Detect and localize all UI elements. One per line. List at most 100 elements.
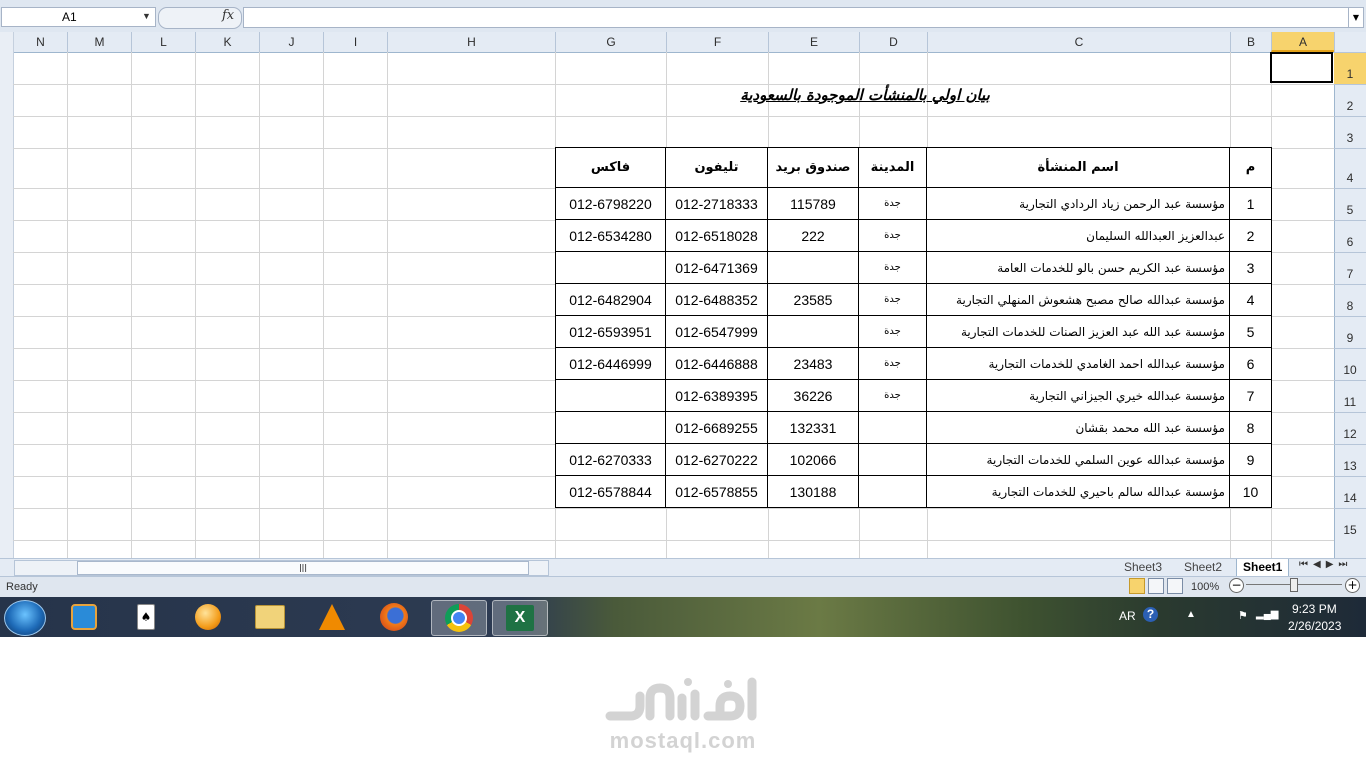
- cell-index[interactable]: 2: [1229, 219, 1272, 252]
- start-button-icon[interactable]: [4, 600, 46, 636]
- cell-name[interactable]: مؤسسة عبدالله خيري الجيزاني التجارية: [926, 379, 1230, 412]
- cell-index[interactable]: 6: [1229, 347, 1272, 380]
- column-header-i[interactable]: I: [323, 32, 387, 52]
- zoom-slider-thumb[interactable]: [1290, 578, 1298, 592]
- cell-city[interactable]: جدة: [858, 187, 927, 220]
- sheet-nav-arrows-icon[interactable]: ⏮◀▶⏭: [1299, 559, 1352, 570]
- column-header-l[interactable]: L: [131, 32, 195, 52]
- normal-view-icon[interactable]: [1129, 578, 1145, 594]
- clock-time[interactable]: 9:23 PM: [1292, 602, 1337, 616]
- cell-name[interactable]: مؤسسة عبدالله صالح مصبح هشعوش المنهلي ال…: [926, 283, 1230, 316]
- row-header-12[interactable]: 12: [1334, 412, 1366, 444]
- firefox-icon[interactable]: [367, 600, 421, 634]
- row-header-14[interactable]: 14: [1334, 476, 1366, 508]
- cell-phone[interactable]: 012-6446888: [665, 347, 768, 380]
- cell-phone[interactable]: 012-6578855: [665, 475, 768, 508]
- cell-fax[interactable]: [555, 251, 666, 284]
- row-header-13[interactable]: 13: [1334, 444, 1366, 476]
- row-header-8[interactable]: 8: [1334, 284, 1366, 316]
- cell-city[interactable]: جدة: [858, 379, 927, 412]
- column-header-k[interactable]: K: [195, 32, 259, 52]
- cell-fax[interactable]: 012-6482904: [555, 283, 666, 316]
- scrollbar-thumb[interactable]: |||: [77, 561, 529, 575]
- page-break-view-icon[interactable]: [1167, 578, 1183, 594]
- cell-index[interactable]: 4: [1229, 283, 1272, 316]
- cell-name[interactable]: مؤسسة عبد الكريم حسن بالو للخدمات العامة: [926, 251, 1230, 284]
- network-icon[interactable]: ▂▄▆: [1256, 609, 1278, 620]
- column-header-d[interactable]: D: [859, 32, 927, 52]
- column-header-j[interactable]: J: [259, 32, 323, 52]
- sheet-tab-sheet2[interactable]: Sheet2: [1178, 559, 1228, 576]
- cell-fax[interactable]: 012-6446999: [555, 347, 666, 380]
- action-center-flag-icon[interactable]: ⚑: [1238, 609, 1248, 622]
- vlc-icon[interactable]: [305, 600, 359, 634]
- zoom-in-icon[interactable]: +: [1345, 578, 1360, 593]
- cell-po-box[interactable]: 36226: [767, 379, 859, 412]
- column-header-e[interactable]: E: [768, 32, 859, 52]
- row-header-6[interactable]: 6: [1334, 220, 1366, 252]
- cell-phone[interactable]: 012-6518028: [665, 219, 768, 252]
- cell-fax[interactable]: [555, 379, 666, 412]
- cell-name[interactable]: مؤسسة عبدالله احمد الغامدي للخدمات التجا…: [926, 347, 1230, 380]
- header-city[interactable]: المدينة: [858, 147, 927, 188]
- cell-index[interactable]: 7: [1229, 379, 1272, 412]
- row-header-1[interactable]: 1: [1334, 52, 1366, 84]
- cell-po-box[interactable]: 102066: [767, 443, 859, 476]
- cell-city[interactable]: جدة: [858, 283, 927, 316]
- header-po-box[interactable]: صندوق بريد: [767, 147, 859, 188]
- cell-phone[interactable]: 012-2718333: [665, 187, 768, 220]
- cell-city[interactable]: جدة: [858, 347, 927, 380]
- cell-name[interactable]: مؤسسة عبد الله محمد بقشان: [926, 411, 1230, 444]
- language-indicator[interactable]: AR: [1119, 609, 1136, 623]
- cell-phone[interactable]: 012-6389395: [665, 379, 768, 412]
- page-layout-view-icon[interactable]: [1148, 578, 1164, 594]
- cell-index[interactable]: 8: [1229, 411, 1272, 444]
- cell-index[interactable]: 3: [1229, 251, 1272, 284]
- cell-city[interactable]: [858, 475, 927, 508]
- cell-index[interactable]: 10: [1229, 475, 1272, 508]
- chevron-down-icon[interactable]: ▼: [142, 11, 151, 21]
- windows-media-center-icon[interactable]: [57, 600, 111, 634]
- row-header-11[interactable]: 11: [1334, 380, 1366, 412]
- select-all-corner[interactable]: [1334, 32, 1366, 52]
- column-header-a[interactable]: A: [1271, 32, 1334, 52]
- cell-fax[interactable]: 012-6578844: [555, 475, 666, 508]
- tray-expand-icon[interactable]: ▲: [1186, 609, 1196, 620]
- cell-po-box[interactable]: [767, 251, 859, 284]
- cell-po-box[interactable]: 23483: [767, 347, 859, 380]
- zoom-out-icon[interactable]: −: [1229, 578, 1244, 593]
- insert-function-icon[interactable]: fx: [222, 8, 234, 23]
- cell-po-box[interactable]: 222: [767, 219, 859, 252]
- cell-fax[interactable]: 012-6534280: [555, 219, 666, 252]
- cell-name[interactable]: مؤسسة عبدالله سالم باحيري للخدمات التجار…: [926, 475, 1230, 508]
- row-header-2[interactable]: 2: [1334, 84, 1366, 116]
- cell-phone[interactable]: 012-6689255: [665, 411, 768, 444]
- cell-fax[interactable]: [555, 411, 666, 444]
- cell-index[interactable]: 9: [1229, 443, 1272, 476]
- cell-fax[interactable]: 012-6798220: [555, 187, 666, 220]
- column-header-g[interactable]: G: [555, 32, 666, 52]
- excel-icon[interactable]: X: [492, 600, 548, 636]
- cell-fax[interactable]: 012-6270333: [555, 443, 666, 476]
- cell-phone[interactable]: 012-6488352: [665, 283, 768, 316]
- cell-phone[interactable]: 012-6270222: [665, 443, 768, 476]
- chrome-icon[interactable]: [431, 600, 487, 636]
- solitaire-icon[interactable]: ♠: [119, 600, 173, 634]
- header-phone[interactable]: تليفون: [665, 147, 768, 188]
- cell-city[interactable]: جدة: [858, 315, 927, 348]
- column-header-b[interactable]: B: [1230, 32, 1271, 52]
- cell-city[interactable]: [858, 443, 927, 476]
- column-header-f[interactable]: F: [666, 32, 768, 52]
- header-name[interactable]: اسم المنشأة: [926, 147, 1230, 188]
- help-icon[interactable]: ?: [1143, 607, 1158, 622]
- zoom-level[interactable]: 100%: [1191, 581, 1219, 593]
- row-header-10[interactable]: 10: [1334, 348, 1366, 380]
- name-box[interactable]: A1 ▼: [1, 7, 156, 27]
- column-header-n[interactable]: N: [13, 32, 67, 52]
- cell-city[interactable]: جدة: [858, 219, 927, 252]
- cell-city[interactable]: [858, 411, 927, 444]
- row-header-9[interactable]: 9: [1334, 316, 1366, 348]
- cell-name[interactable]: مؤسسة عبد الرحمن زياد الردادي التجارية: [926, 187, 1230, 220]
- sheet-tab-sheet3[interactable]: Sheet3: [1118, 559, 1168, 576]
- column-header-h[interactable]: H: [387, 32, 555, 52]
